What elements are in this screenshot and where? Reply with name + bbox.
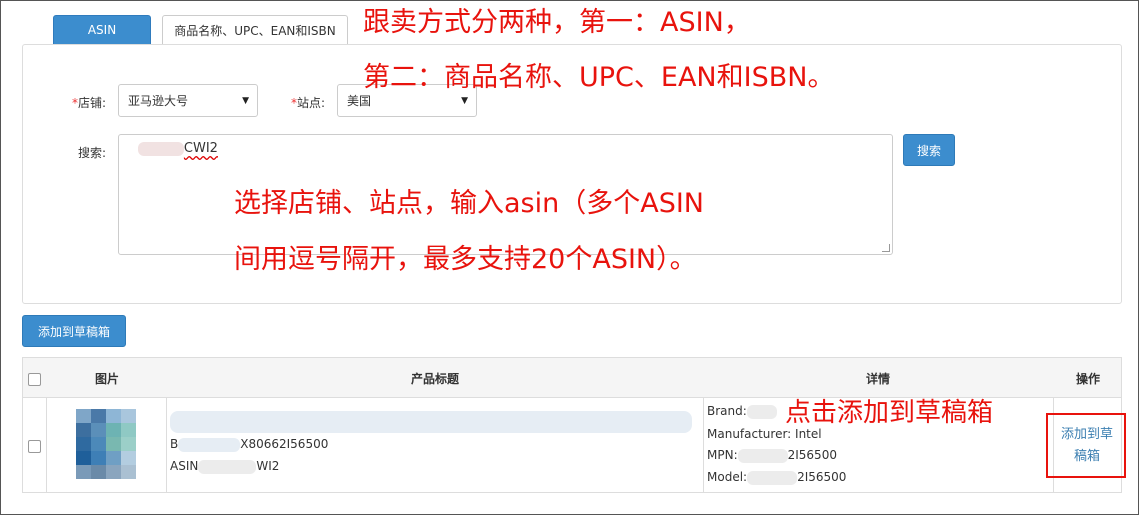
product-link[interactable]: B X80662I56500 <box>170 437 328 452</box>
search-value: CWI2 <box>183 141 218 156</box>
detail-model: Model: 2I56500 <box>707 470 847 485</box>
redacted-text <box>137 141 184 156</box>
header-actions: 操作 <box>1075 371 1100 386</box>
detail-brand: Brand: <box>707 404 777 419</box>
annotation-line-5: 点击添加到草稿箱 <box>785 398 994 428</box>
search-label: 搜索: <box>78 146 107 160</box>
annotation-line-3: 选择店铺、站点，输入asin（多个ASIN <box>234 188 704 219</box>
annotation-line-2: 第二：商品名称、UPC、EAN和ISBN。 <box>363 62 835 93</box>
detail-manufacturer: Manufacturer: Intel <box>707 427 822 441</box>
tab-asin[interactable]: ASIN <box>53 15 151 45</box>
site-label: *站点: <box>291 96 326 110</box>
store-label: *店铺: <box>72 96 107 110</box>
store-select-value: 亚马逊大号 <box>128 94 189 108</box>
add-to-draft-button[interactable]: 添加到草稿箱 <box>22 315 126 347</box>
column-divider <box>166 398 167 492</box>
select-all-checkbox[interactable] <box>28 373 41 386</box>
row-add-to-draft-link[interactable]: 添加到草稿箱 <box>1056 424 1118 468</box>
resize-handle[interactable] <box>882 244 890 252</box>
product-asin: ASIN WI2 <box>170 459 280 474</box>
tab-product-name-upc-ean-isbn[interactable]: 商品名称、UPC、EAN和ISBN <box>162 15 348 45</box>
chevron-down-icon: ▼ <box>461 96 468 106</box>
column-divider <box>46 398 47 492</box>
annotation-line-4: 间用逗号隔开，最多支持20个ASIN）。 <box>234 244 697 275</box>
product-image <box>76 409 136 479</box>
redacted-product-title <box>170 411 692 433</box>
row-checkbox[interactable] <box>28 440 41 453</box>
search-value-prefix: B <box>129 141 138 156</box>
header-title: 产品标题 <box>410 371 459 386</box>
header-image: 图片 <box>94 371 119 386</box>
site-select-value: 美国 <box>347 94 372 108</box>
annotation-line-1: 跟卖方式分两种，第一：ASIN， <box>363 7 751 38</box>
column-divider <box>703 398 704 492</box>
chevron-down-icon: ▼ <box>242 96 249 106</box>
store-select[interactable]: 亚马逊大号 ▼ <box>118 84 258 117</box>
detail-mpn: MPN: 2I56500 <box>707 448 837 463</box>
search-button[interactable]: 搜索 <box>903 134 955 166</box>
